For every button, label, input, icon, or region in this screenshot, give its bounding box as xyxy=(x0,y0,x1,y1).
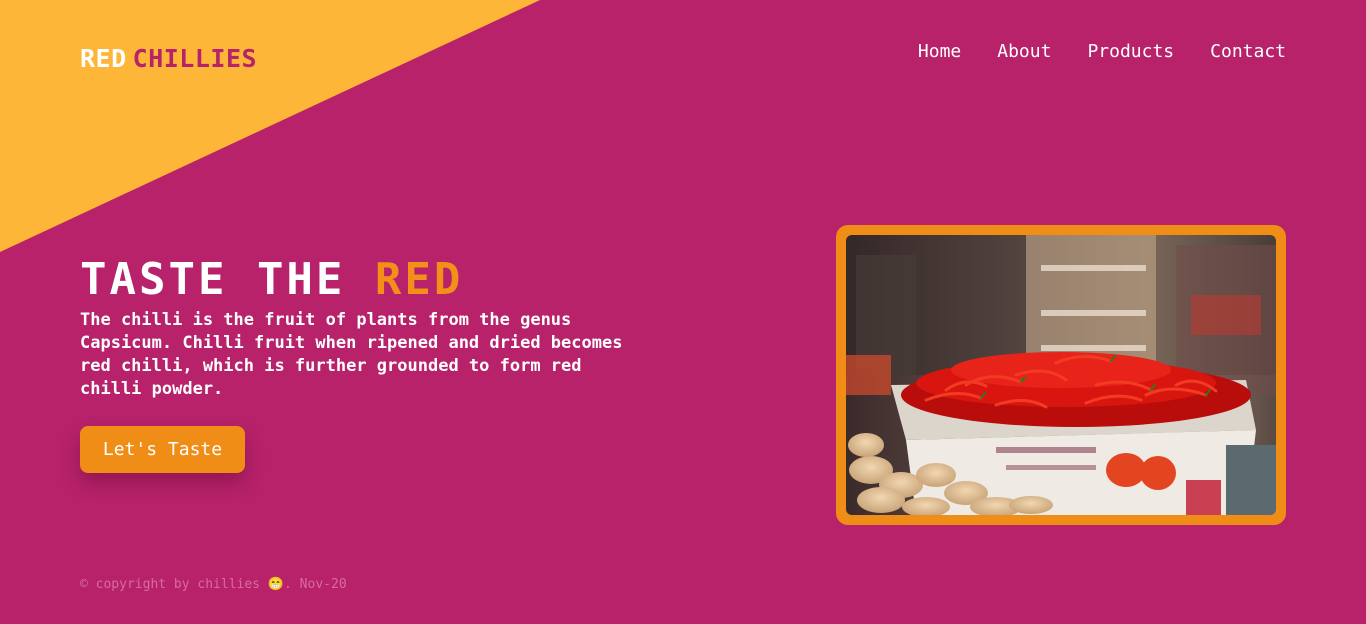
main-nav: Home About Products Contact xyxy=(918,40,1286,64)
brand-logo-red: RED xyxy=(80,44,127,73)
nav-contact[interactable]: Contact xyxy=(1210,40,1286,64)
brand-logo[interactable]: RED CHILLIES xyxy=(80,44,257,73)
nav-home[interactable]: Home xyxy=(918,40,961,64)
hero-title: TASTE THE RED xyxy=(80,252,463,308)
nav-about[interactable]: About xyxy=(997,40,1051,64)
hero-title-accent: RED xyxy=(374,254,464,305)
hero-description: The chilli is the fruit of plants from t… xyxy=(80,310,623,399)
hero-title-main: TASTE THE xyxy=(80,254,346,305)
chillies-market-photo xyxy=(846,235,1276,515)
hero-image-frame xyxy=(836,225,1286,525)
nav-products[interactable]: Products xyxy=(1087,40,1174,64)
lets-taste-button[interactable]: Let's Taste xyxy=(80,426,245,473)
brand-logo-chillies: CHILLIES xyxy=(132,44,258,73)
copyright-text: © copyright by chillies 😁. Nov-20 xyxy=(80,577,347,592)
